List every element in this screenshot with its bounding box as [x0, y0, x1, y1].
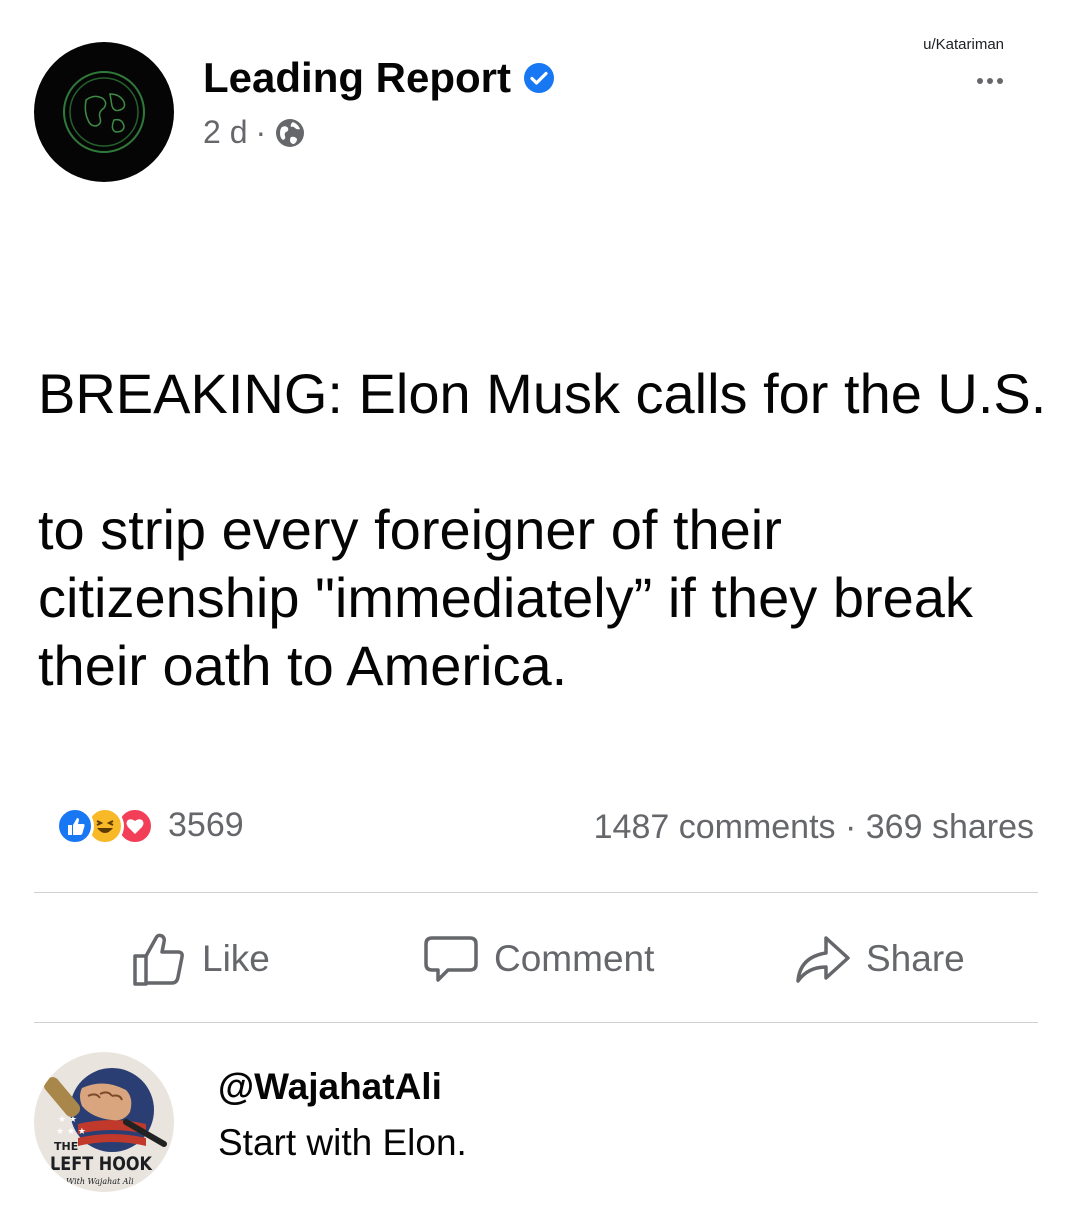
comment-count[interactable]: 1487 comments: [594, 808, 836, 846]
divider-bottom: [34, 1022, 1038, 1023]
logo-tagline-text: With Wajahat Ali: [66, 1177, 134, 1186]
like-label: Like: [202, 938, 270, 979]
svg-text:★ ★ ★: ★ ★ ★: [56, 1127, 86, 1137]
reactions-summary[interactable]: 3569: [56, 806, 244, 845]
post-meta: 2 d ·: [203, 114, 306, 151]
svg-text:★ ★: ★ ★: [58, 1115, 77, 1125]
post-body-text: BREAKING: Elon Musk calls for the U.S. t…: [38, 362, 1047, 697]
post-time[interactable]: 2 d: [203, 114, 247, 151]
share-count[interactable]: 369 shares: [866, 808, 1034, 846]
divider-top: [34, 892, 1038, 893]
more-options-button[interactable]: [972, 66, 1008, 96]
like-button[interactable]: Like: [130, 924, 270, 994]
more-dot: [977, 78, 983, 84]
verified-badge-icon: [524, 63, 555, 93]
more-dot: [997, 78, 1003, 84]
page-avatar[interactable]: [34, 42, 174, 182]
stats-separator: ·: [835, 808, 866, 846]
comment-button[interactable]: Comment: [422, 924, 654, 994]
share-button[interactable]: Share: [794, 924, 965, 994]
commenter-handle[interactable]: @WajahatAli: [218, 1066, 442, 1108]
globe-icon[interactable]: [274, 117, 306, 149]
share-label: Share: [866, 938, 965, 979]
logo-the-text: THE: [54, 1140, 78, 1153]
comment-label: Comment: [494, 938, 655, 979]
reddit-username-watermark: u/Katariman: [923, 36, 1004, 53]
logo-left-hook-text: LEFT HOOK: [50, 1153, 153, 1175]
reaction-count: 3569: [168, 806, 244, 844]
comment-text: Start with Elon.: [218, 1122, 467, 1163]
share-arrow-icon: [796, 936, 850, 983]
page-name: Leading Report: [203, 54, 512, 101]
post-stats: 1487 comments · 369 shares: [594, 808, 1034, 847]
page-name-link[interactable]: Leading Report: [203, 54, 555, 102]
like-reaction-icon: [56, 806, 94, 845]
more-dot: [987, 78, 993, 84]
meta-separator: ·: [255, 114, 267, 150]
speech-bubble-icon: [424, 936, 478, 982]
thumbs-up-icon: [133, 933, 184, 986]
post-action-bar: Like Comment Share: [0, 924, 1080, 994]
globe-logo: [63, 71, 145, 153]
commenter-avatar[interactable]: ★ ★ ★ ★ ★ THE LEFT HOOK With Wajahat Ali: [34, 1052, 174, 1192]
left-hook-logo: ★ ★ ★ ★ ★ THE LEFT HOOK With Wajahat Ali: [43, 1068, 167, 1186]
